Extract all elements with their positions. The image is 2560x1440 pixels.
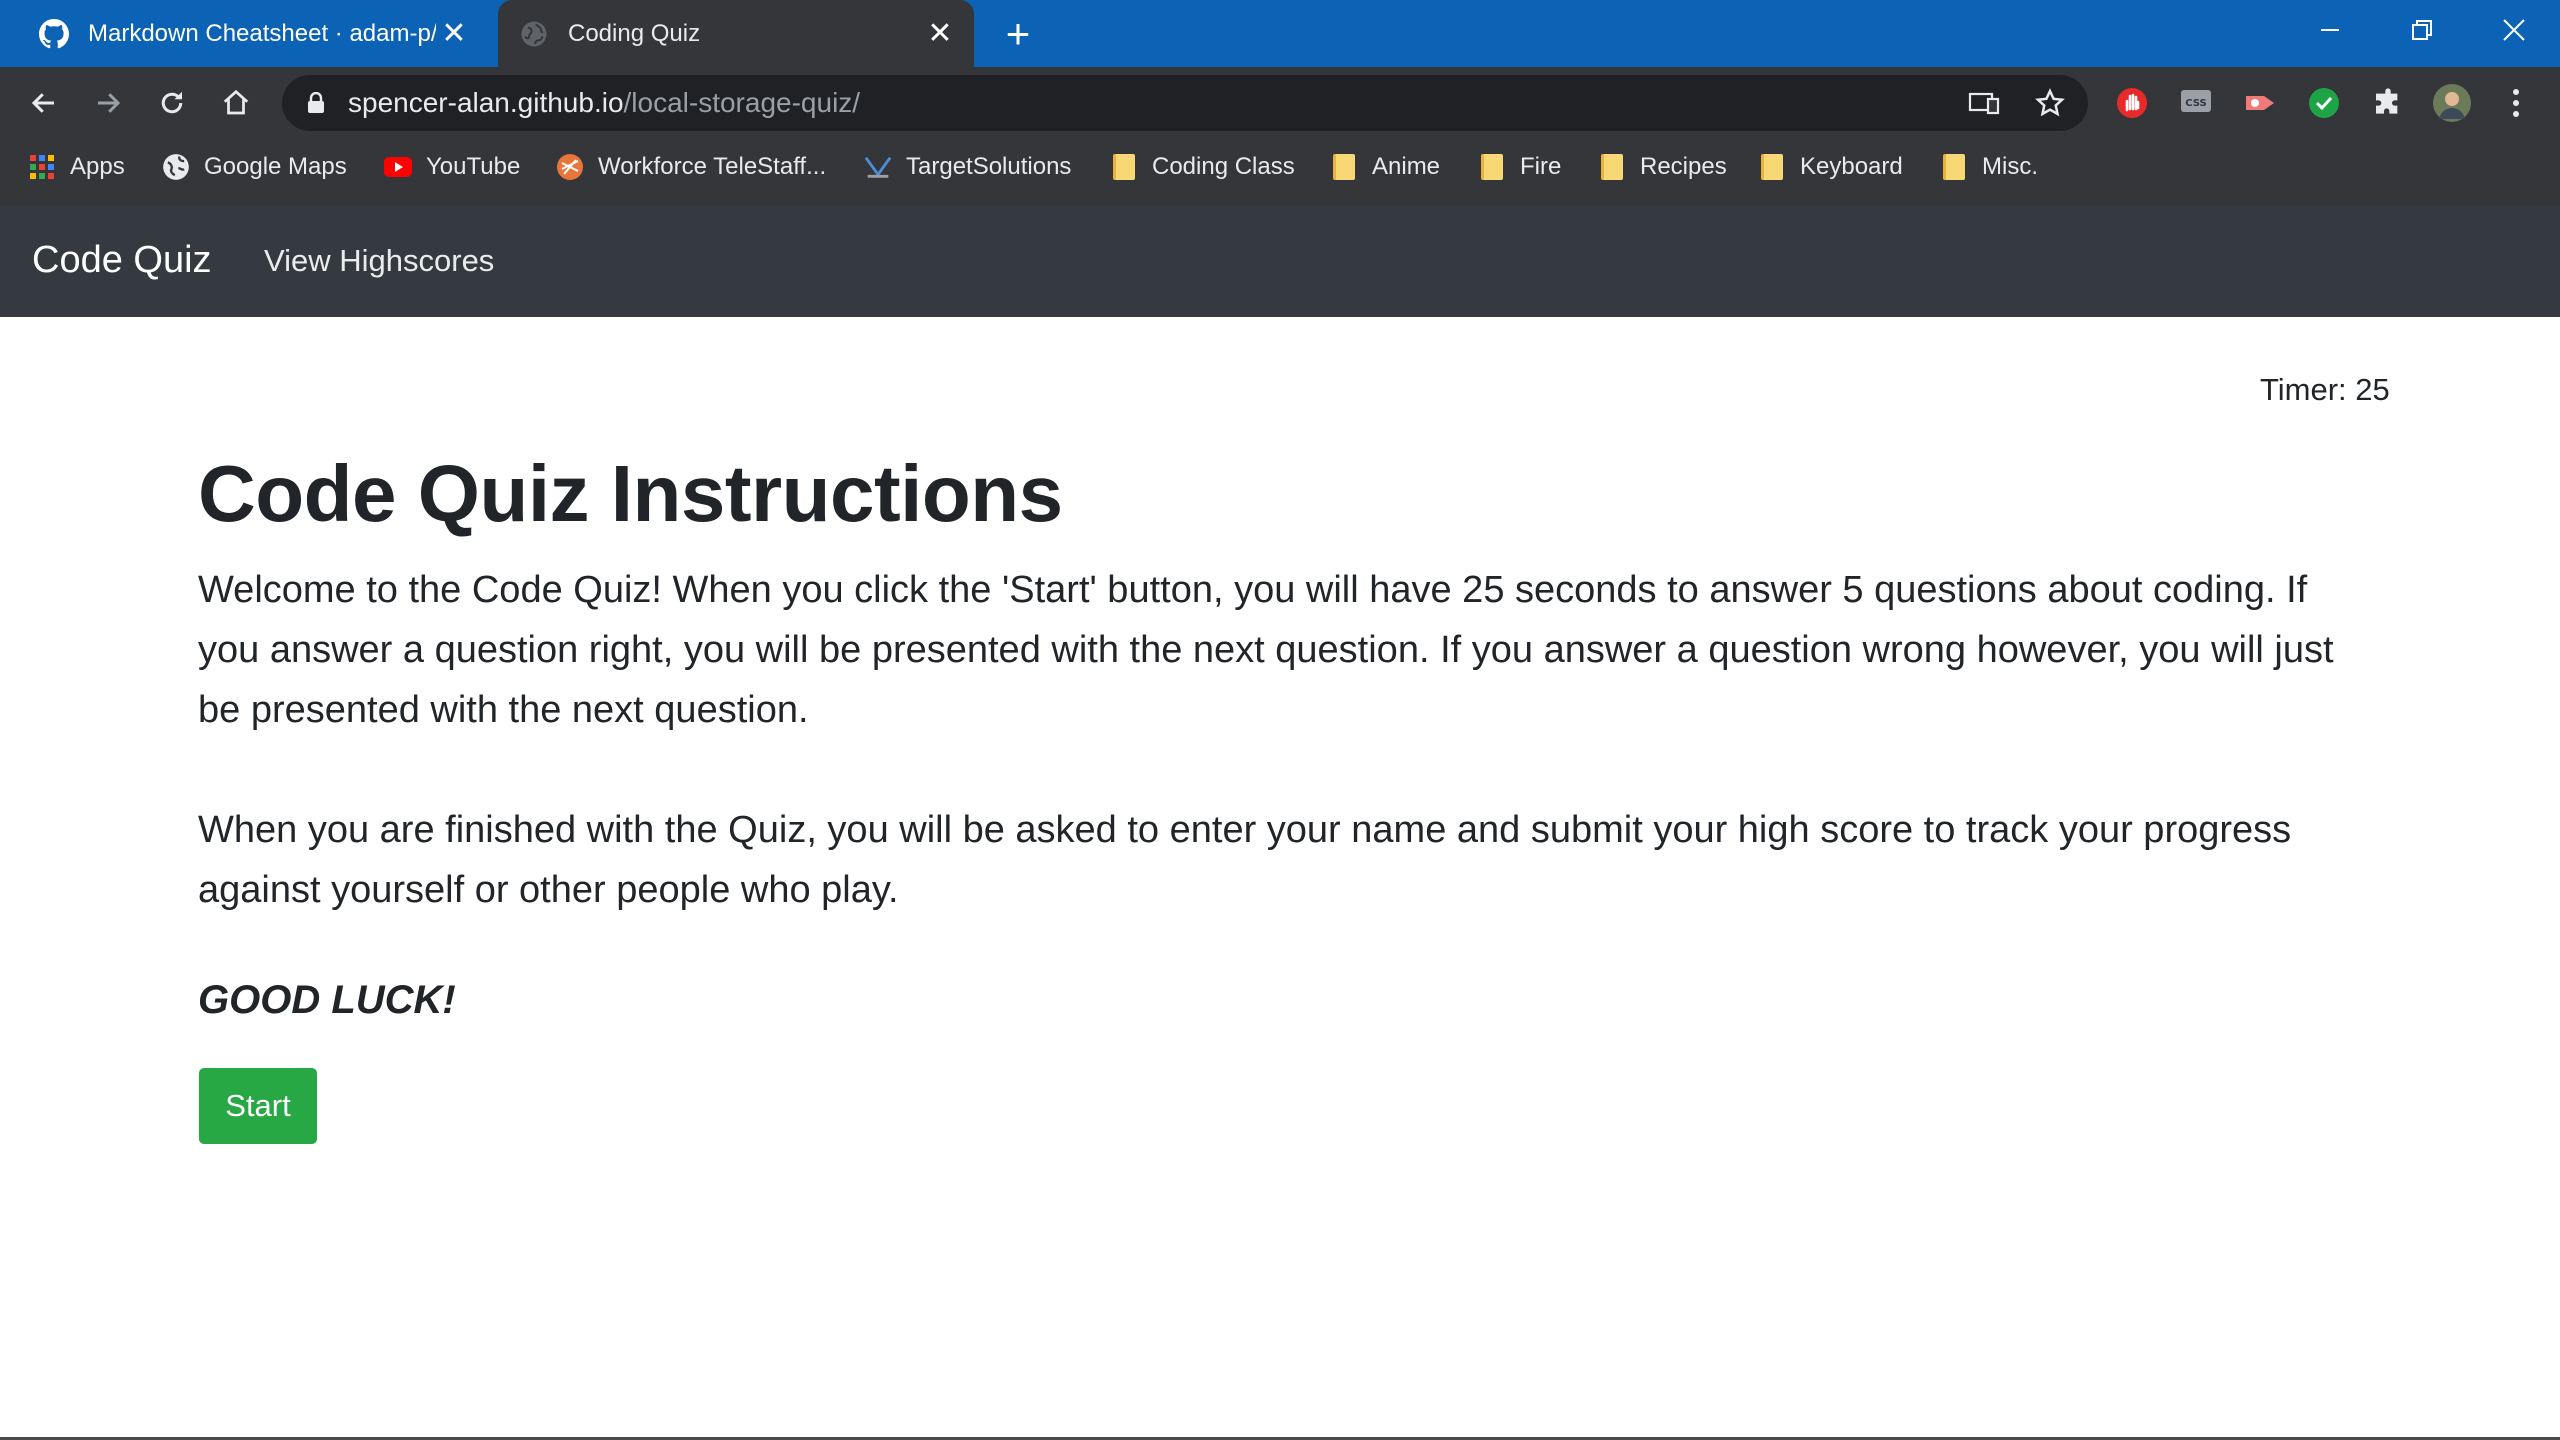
folder-icon <box>1478 153 1506 181</box>
apps-grid-icon <box>28 153 56 181</box>
site-navbar: Code Quiz View Highscores <box>0 205 2560 317</box>
bookmark-folder-coding-class[interactable]: Coding Class <box>1110 144 1295 190</box>
lock-icon[interactable] <box>306 91 326 119</box>
bookmark-youtube[interactable]: YouTube <box>384 144 520 190</box>
bookmark-label: Recipes <box>1640 153 1727 180</box>
back-icon[interactable] <box>20 79 68 127</box>
address-bar[interactable]: spencer-alan.github.io/local-storage-qui… <box>282 75 2088 131</box>
bookmark-label: TargetSolutions <box>906 153 1072 180</box>
restore-icon[interactable] <box>2376 0 2468 60</box>
reload-icon[interactable] <box>148 79 196 127</box>
new-tab-icon[interactable]: + <box>996 12 1040 56</box>
stop-hand-extension-icon[interactable] <box>2112 83 2152 123</box>
close-tab-icon[interactable]: ✕ <box>922 16 958 52</box>
folder-icon <box>1330 153 1358 181</box>
tab-title: Markdown Cheatsheet · adam-p/ <box>88 19 436 47</box>
menu-kebab-icon[interactable] <box>2496 83 2536 123</box>
youtube-icon <box>384 153 412 181</box>
bookmark-targetsolutions[interactable]: TargetSolutions <box>864 144 1071 190</box>
home-icon[interactable] <box>212 79 260 127</box>
forward-icon[interactable] <box>84 79 132 127</box>
instructions-paragraph-1: Welcome to the Code Quiz! When you click… <box>198 569 2334 731</box>
bookmark-label: Google Maps <box>204 153 347 180</box>
instructions-paragraph-2: When you are finished with the Quiz, you… <box>198 809 2292 911</box>
page-title: Code Quiz Instructions <box>198 449 1063 538</box>
tab-markdown-cheatsheet[interactable]: Markdown Cheatsheet · adam-p/ ✕ <box>18 0 488 67</box>
tab-coding-quiz[interactable]: Coding Quiz ✕ <box>498 0 974 67</box>
start-button[interactable]: Start <box>199 1068 317 1144</box>
tab-title: Coding Quiz <box>568 19 701 47</box>
check-extension-icon[interactable] <box>2304 83 2344 123</box>
profile-avatar[interactable] <box>2432 83 2472 123</box>
extensions-puzzle-icon[interactable] <box>2368 83 2408 123</box>
folder-icon <box>1940 153 1968 181</box>
bookmark-label: Keyboard <box>1800 153 1903 180</box>
bookmark-folder-anime[interactable]: Anime <box>1330 144 1440 190</box>
google-maps-icon <box>162 153 190 181</box>
close-tab-icon[interactable]: ✕ <box>436 16 472 52</box>
bookmark-folder-misc[interactable]: Misc. <box>1940 144 2038 190</box>
bookmark-folder-recipes[interactable]: Recipes <box>1598 144 1727 190</box>
svg-text:CSS: CSS <box>2185 98 2206 109</box>
css-extension-icon[interactable]: CSS <box>2176 83 2216 123</box>
bookmark-label: Coding Class <box>1152 153 1295 180</box>
minimize-icon[interactable] <box>2284 0 2376 60</box>
folder-icon <box>1598 153 1626 181</box>
bookmark-label: Workforce TeleStaff... <box>598 153 827 180</box>
bookmark-label: Apps <box>70 153 125 180</box>
bookmark-workforce-telestaff[interactable]: Workforce TeleStaff... <box>556 144 826 190</box>
view-highscores-link[interactable]: View Highscores <box>264 243 494 279</box>
github-icon <box>38 18 70 50</box>
bookmark-label: YouTube <box>426 153 521 180</box>
good-luck-text: GOOD LUCK! <box>198 978 456 1022</box>
url-text: spencer-alan.github.io/local-storage-qui… <box>348 87 861 118</box>
bookmark-label: Anime <box>1372 153 1441 180</box>
globe-icon <box>518 18 550 50</box>
cast-icon[interactable] <box>1968 87 2000 119</box>
telestaff-icon <box>556 153 584 181</box>
bookmark-label: Fire <box>1520 153 1562 180</box>
brand-link[interactable]: Code Quiz <box>32 239 212 282</box>
folder-icon <box>1758 153 1786 181</box>
close-window-icon[interactable] <box>2468 0 2560 60</box>
bookmark-star-icon[interactable] <box>2034 87 2066 119</box>
bookmark-folder-keyboard[interactable]: Keyboard <box>1758 144 1903 190</box>
tab-strip: Markdown Cheatsheet · adam-p/ ✕ Coding Q… <box>0 0 2560 67</box>
bookmark-folder-fire[interactable]: Fire <box>1478 144 1561 190</box>
bookmark-google-maps[interactable]: Google Maps <box>162 144 347 190</box>
timer-display: Timer: 25 <box>2260 372 2390 407</box>
bookmarks-bar: Apps Google Maps YouTube Workforce TeleS… <box>0 144 2560 190</box>
bookmark-apps[interactable]: Apps <box>28 144 125 190</box>
bookmark-label: Misc. <box>1982 153 2038 180</box>
targetsolutions-icon <box>864 153 892 181</box>
video-extension-icon[interactable] <box>2240 83 2280 123</box>
folder-icon <box>1110 153 1138 181</box>
